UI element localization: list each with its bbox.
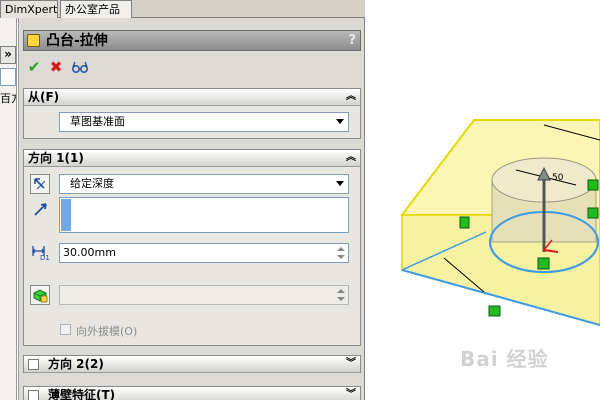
- page-title: 凸台-拉伸: [46, 33, 108, 49]
- depth-icon-label: D1: [40, 254, 50, 262]
- expand-panel-button[interactable]: »: [0, 46, 16, 64]
- expand-chevron-icon[interactable]: ︾: [345, 389, 357, 400]
- ok-check-icon[interactable]: ✔: [25, 58, 43, 76]
- depth-dimension-icon: D1: [30, 242, 52, 264]
- draft-outward-label: 向外拔模(O): [76, 325, 138, 338]
- collapse-chevron-icon[interactable]: ︽: [345, 152, 357, 164]
- dropdown-arrow-icon: [336, 119, 344, 124]
- direction1-group: 方向 1(1) ︽ 给定深度 D1 30.00mm 向外拔模(O): [23, 149, 361, 346]
- reverse-direction-icon[interactable]: [30, 174, 50, 194]
- thin-feature-group: 薄壁特征(T) ︾: [23, 386, 361, 400]
- property-manager: 凸台-拉伸 ? ✔ ✖ 从(F) ︽ 草图基准面 方向 1(1) ︽ 给定深度 …: [18, 18, 365, 400]
- tree-filter-field[interactable]: [0, 68, 16, 86]
- thin-feature-group-header[interactable]: 薄壁特征(T) ︾: [24, 387, 360, 400]
- handle-right-icon[interactable]: [587, 207, 599, 219]
- collapse-chevron-icon[interactable]: ︽: [345, 91, 357, 103]
- depth-value: 30.00mm: [63, 246, 116, 259]
- spin-up-icon[interactable]: [335, 245, 347, 253]
- from-group: 从(F) ︽ 草图基准面: [23, 88, 361, 139]
- tab-office-products[interactable]: 办公室产品: [60, 0, 132, 18]
- expand-chevron-icon[interactable]: ︾: [345, 358, 357, 370]
- extrude-direction-arrow-icon: [32, 200, 50, 218]
- draft-on-off-icon[interactable]: [30, 285, 50, 305]
- end-condition-select[interactable]: 给定深度: [59, 174, 349, 194]
- start-condition-value: 草图基准面: [70, 115, 125, 128]
- handle-right-top-icon[interactable]: [587, 179, 599, 191]
- direction2-group-title: 方向 2(2): [48, 357, 104, 371]
- detailed-preview-glasses-icon[interactable]: [71, 58, 89, 76]
- handle-left-icon[interactable]: [459, 216, 470, 229]
- from-group-title: 从(F): [28, 90, 60, 104]
- command-tab-bar: DimXpert 办公室产品: [0, 0, 365, 18]
- handle-origin-icon[interactable]: [537, 257, 550, 270]
- listbox-selection-marker: [61, 199, 71, 231]
- draft-angle-spinbox: [59, 285, 349, 305]
- tab-dimxpert[interactable]: DimXpert: [0, 0, 58, 18]
- boss-extrude-icon: [27, 34, 40, 47]
- watermark: Bai 经验: [460, 347, 549, 371]
- cancel-x-icon[interactable]: ✖: [47, 58, 65, 76]
- end-condition-value: 给定深度: [70, 177, 114, 190]
- direction-reference-listbox[interactable]: [59, 197, 349, 233]
- feature-tree-collapsed-panel: » 百方: [0, 18, 17, 400]
- graphics-area[interactable]: 50: [366, 0, 600, 400]
- start-condition-select[interactable]: 草图基准面: [59, 112, 349, 132]
- direction2-group-header[interactable]: 方向 2(2) ︾: [24, 356, 360, 373]
- draft-outward-checkbox-box: [60, 324, 71, 335]
- spin-down-icon: [335, 295, 347, 303]
- from-group-header[interactable]: 从(F) ︽: [24, 89, 360, 106]
- draft-outward-checkbox: 向外拔模(O): [60, 323, 200, 338]
- thin-feature-group-title: 薄壁特征(T): [48, 388, 116, 400]
- extrude-preview-model: 50: [399, 119, 600, 326]
- handle-bottom-icon[interactable]: [488, 305, 501, 317]
- depth-spinbox[interactable]: 30.00mm: [59, 243, 349, 263]
- direction2-group: 方向 2(2) ︾: [23, 355, 361, 373]
- help-button[interactable]: ?: [348, 32, 356, 50]
- diameter-dimension-label[interactable]: 50: [552, 173, 564, 183]
- spin-up-icon: [335, 287, 347, 295]
- property-manager-title-bar: 凸台-拉伸 ?: [23, 30, 361, 51]
- tree-item-partial: 百方: [0, 92, 16, 105]
- dropdown-arrow-icon: [336, 181, 344, 186]
- spin-down-icon[interactable]: [335, 253, 347, 261]
- direction2-checkbox[interactable]: [28, 359, 39, 370]
- direction1-group-header[interactable]: 方向 1(1) ︽: [24, 150, 360, 167]
- thin-feature-checkbox[interactable]: [28, 390, 39, 400]
- direction1-group-title: 方向 1(1): [28, 151, 84, 165]
